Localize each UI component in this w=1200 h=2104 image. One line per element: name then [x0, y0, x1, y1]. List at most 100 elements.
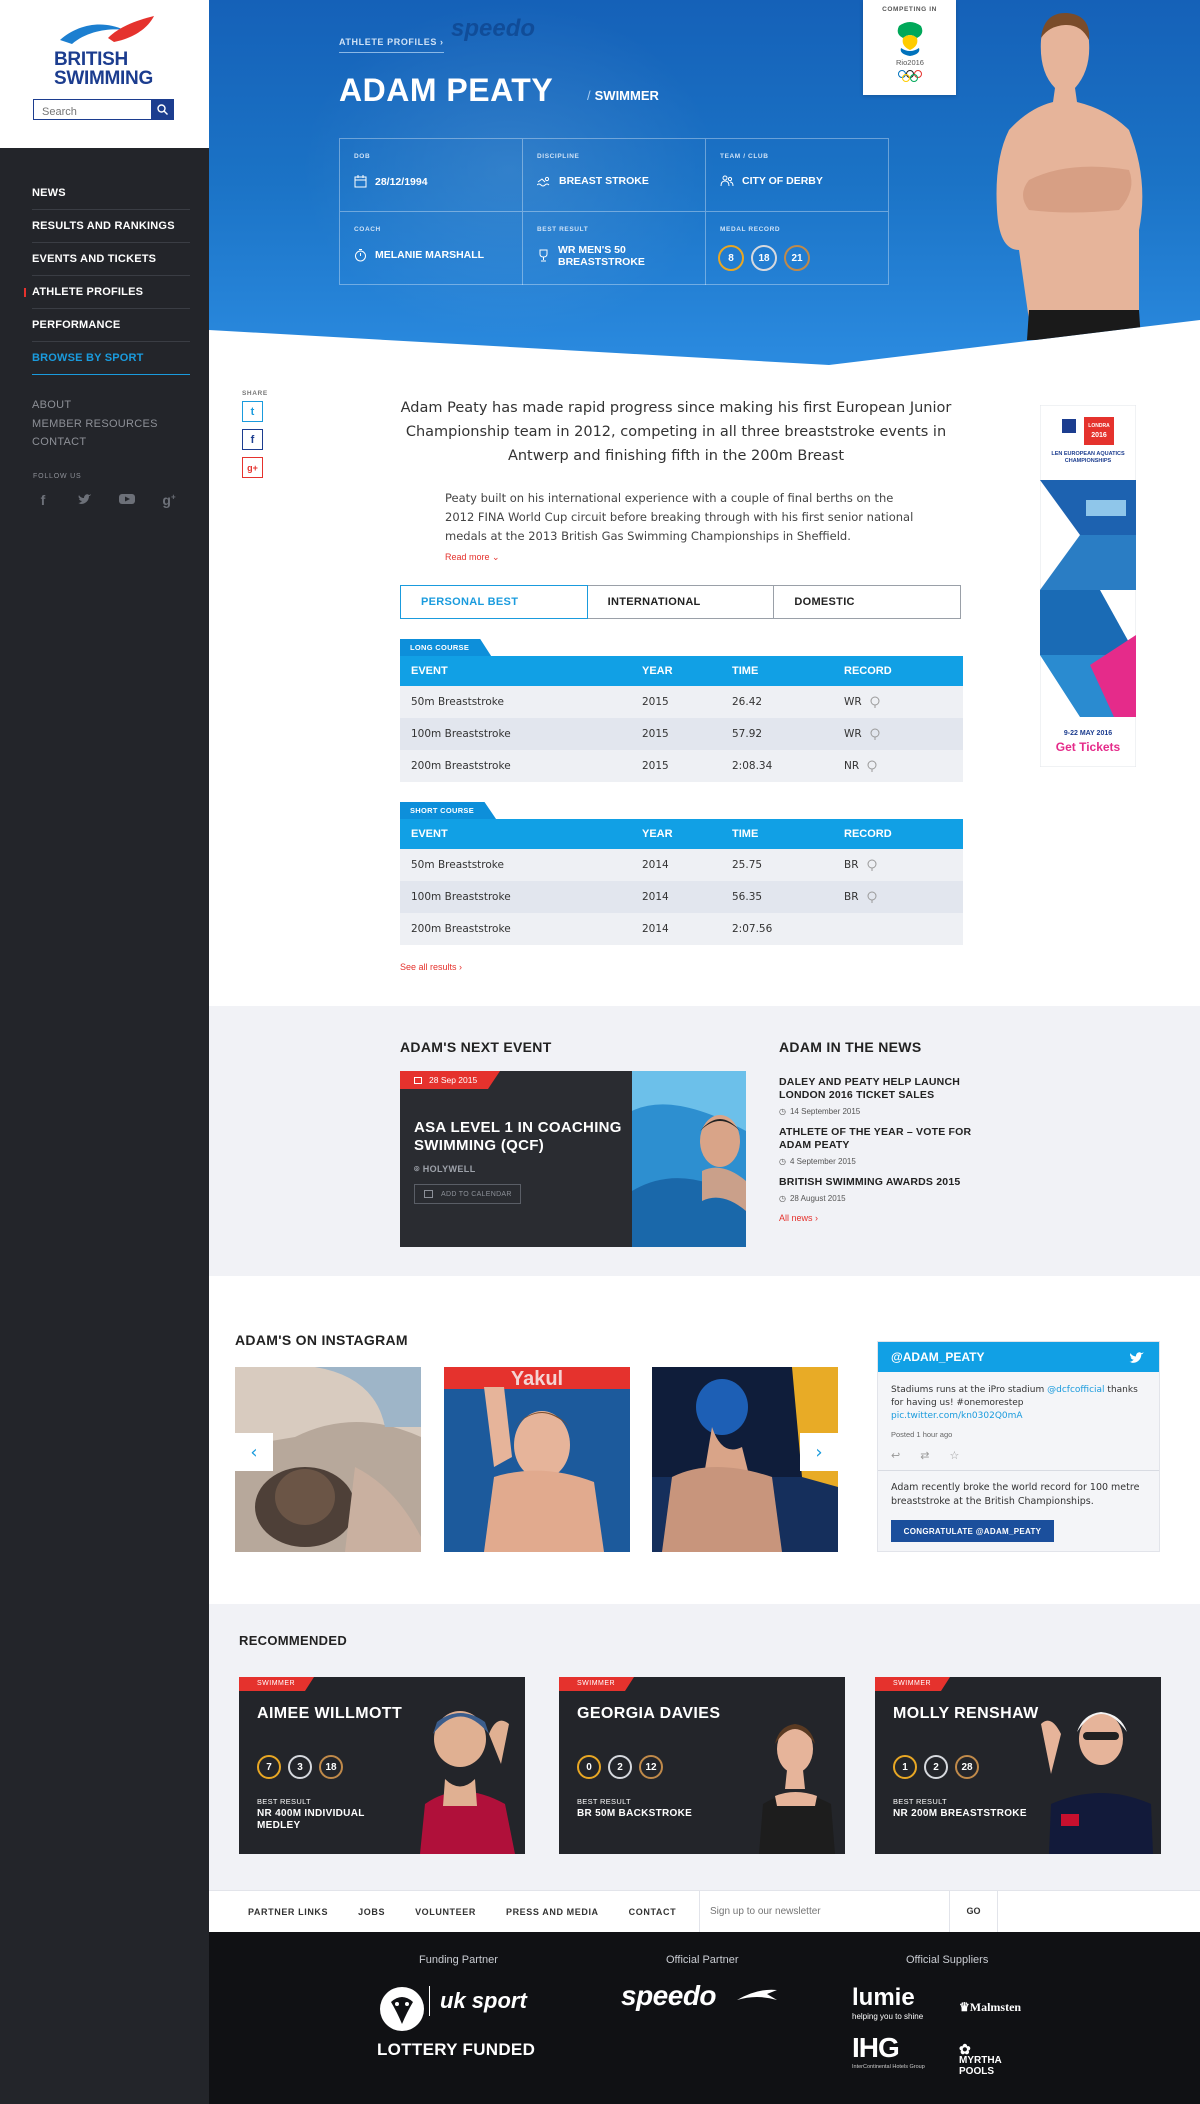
lottery-logo-icon[interactable]: [377, 1984, 427, 2034]
athlete-photo: [1041, 1712, 1153, 1854]
svg-text:LONDRA: LONDRA: [1088, 423, 1110, 429]
youtube-icon[interactable]: [118, 492, 136, 508]
favorite-icon[interactable]: ☆: [949, 1449, 959, 1462]
nav-item-events-and-tickets[interactable]: EVENTS AND TICKETS: [32, 243, 190, 276]
nav-item-browse-by-sport[interactable]: BROWSE BY SPORT: [32, 342, 190, 375]
twitter-icon[interactable]: [76, 492, 94, 508]
svg-text:Yakul: Yakul: [511, 1368, 563, 1390]
recommended-athlete-card[interactable]: SWIMMER MOLLY RENSHAW 1 2 28 BEST RESULT…: [875, 1677, 1161, 1854]
record-value: WR: [844, 696, 862, 708]
best-result-line-1: WR MEN'S 50: [558, 244, 626, 256]
nav-item-athlete-profiles[interactable]: ATHLETE PROFILES: [24, 276, 190, 309]
see-all-results-link[interactable]: See all results ›: [400, 962, 462, 972]
silver-medal-count: 2: [608, 1755, 632, 1779]
event-distance: 100: [411, 891, 432, 903]
footer-link-contact[interactable]: CONTACT: [614, 1907, 692, 1917]
retweet-icon[interactable]: ⇄: [920, 1449, 929, 1462]
stat-value: CITY OF DERBY: [720, 175, 823, 187]
footer-link-volunteer[interactable]: VOLUNTEER: [400, 1907, 491, 1917]
reply-icon[interactable]: ↩: [891, 1449, 900, 1462]
time-cell: 56.35: [732, 891, 763, 903]
malmsten-logo[interactable]: ♛Malmsten: [959, 2000, 1021, 2015]
speedo-logo[interactable]: speedo: [621, 1980, 717, 2012]
tweet-image-link[interactable]: pic.twitter.com/kn0302Q0mA: [891, 1411, 1023, 1421]
lumie-logo[interactable]: lumie: [852, 1984, 915, 2012]
main-nav: NEWS RESULTS AND RANKINGS EVENTS AND TIC…: [24, 177, 190, 375]
news-headline[interactable]: DALEY AND PEATY HELP LAUNCH LONDON 2016 …: [779, 1076, 979, 1102]
stat-coach: COACH MELANIE MARSHALL: [340, 212, 523, 285]
recommended-athlete-card[interactable]: SWIMMER GEORGIA DAVIES 0 2 12 BEST RESUL…: [559, 1677, 845, 1854]
add-to-calendar-button[interactable]: ADD TO CALENDAR: [414, 1184, 521, 1204]
all-news-link[interactable]: All news ›: [779, 1213, 979, 1223]
coach-value: MELANIE MARSHALL: [375, 249, 485, 261]
newsletter-go-button[interactable]: GO: [950, 1890, 998, 1932]
share-google-plus-button[interactable]: g+: [242, 457, 263, 478]
news-headline[interactable]: ATHLETE OF THE YEAR – VOTE FOR ADAM PEAT…: [779, 1126, 979, 1152]
share-facebook-button[interactable]: f: [242, 429, 263, 450]
carousel-next-button[interactable]: ›: [800, 1433, 838, 1471]
news-date: ◷ 4 September 2015: [779, 1157, 979, 1166]
nav-item-member-resources[interactable]: MEMBER RESOURCES: [32, 418, 158, 437]
news-list: DALEY AND PEATY HELP LAUNCH LONDON 2016 …: [779, 1076, 979, 1223]
swimmer-icon: [537, 176, 550, 186]
chevron-right-icon: ›: [815, 1441, 823, 1463]
stat-value: MELANIE MARSHALL: [354, 248, 484, 262]
breadcrumb-athlete-profiles[interactable]: ATHLETE PROFILES: [339, 37, 437, 47]
footer-link-press-and-media[interactable]: PRESS AND MEDIA: [491, 1907, 614, 1917]
bio-intro: Adam Peaty has made rapid progress since…: [400, 400, 952, 464]
share-twitter-button[interactable]: t: [242, 401, 263, 422]
google-plus-icon[interactable]: g+: [160, 492, 178, 508]
tab-domestic[interactable]: DOMESTIC: [774, 586, 960, 618]
nav-item-performance[interactable]: PERFORMANCE: [32, 309, 190, 342]
recommended-athlete-card[interactable]: SWIMMER AIMEE WILLMOTT 7 3 18 BEST RESUL…: [239, 1677, 525, 1854]
news-item[interactable]: ATHLETE OF THE YEAR – VOTE FOR ADAM PEAT…: [779, 1126, 979, 1166]
carousel-prev-button[interactable]: ‹: [235, 1433, 273, 1471]
next-event-card[interactable]: 28 Sep 2015 ASA LEVEL 1 IN COACHING SWIM…: [400, 1071, 746, 1247]
newsletter-input[interactable]: [700, 1905, 940, 1917]
nav-item-about[interactable]: ABOUT: [32, 399, 158, 418]
malmsten-crown-icon: ♛: [959, 2000, 970, 2014]
nav-item-contact[interactable]: CONTACT: [32, 436, 158, 455]
search-input[interactable]: [34, 102, 150, 122]
tab-personal-best[interactable]: PERSONAL BEST: [400, 585, 588, 619]
event-cell: 200m Breaststroke: [400, 923, 642, 935]
congratulate-button[interactable]: CONGRATULATE @ADAM_PEATY: [891, 1520, 1054, 1542]
news-headline[interactable]: BRITISH SWIMMING AWARDS 2015: [779, 1176, 979, 1189]
svg-text:Get Tickets: Get Tickets: [1056, 740, 1121, 754]
silver-medal-count: 18: [751, 245, 777, 271]
tweet-mention-link[interactable]: @dcfcofficial: [1047, 1385, 1104, 1395]
read-more-link[interactable]: Read more ⌄: [445, 552, 500, 563]
discipline-value: BREAST STROKE: [559, 175, 649, 187]
event-swimmer-image: [632, 1071, 746, 1247]
event-distance: 100: [411, 728, 432, 740]
lottery-funded-label: LOTTERY FUNDED: [377, 2040, 536, 2059]
athlete-tag: SWIMMER: [239, 1677, 314, 1691]
footer-link-partner-links[interactable]: PARTNER LINKS: [209, 1907, 343, 1917]
breadcrumb[interactable]: ATHLETE PROFILES ›: [339, 37, 444, 53]
chevron-right-icon: ›: [815, 1213, 819, 1223]
uk-sport-logo[interactable]: uk sport: [429, 1986, 527, 2016]
athlete-tag: SWIMMER: [875, 1677, 950, 1691]
table-body: 50m Breaststroke 2014 25.75 BR 100m Brea…: [400, 849, 963, 945]
nav-item-results-and-rankings[interactable]: RESULTS AND RANKINGS: [32, 210, 190, 243]
twitter-handle[interactable]: @ADAM_PEATY: [891, 1350, 985, 1364]
record-value: BR: [844, 891, 859, 903]
ihg-logo[interactable]: IHG: [852, 2032, 900, 2064]
recommended-title: RECOMMENDED: [239, 1633, 348, 1648]
tab-international[interactable]: INTERNATIONAL: [588, 586, 775, 618]
news-item[interactable]: BRITISH SWIMMING AWARDS 2015 ◷ 28 August …: [779, 1176, 979, 1203]
stat-label: DOB: [354, 153, 371, 160]
myrtha-pools-logo[interactable]: ✿ MYRTHA POOLS: [959, 2042, 1002, 2077]
news-item[interactable]: DALEY AND PEATY HELP LAUNCH LONDON 2016 …: [779, 1076, 979, 1116]
twitter-header[interactable]: @ADAM_PEATY: [878, 1342, 1159, 1372]
search-button[interactable]: [151, 99, 174, 120]
nav-item-news[interactable]: NEWS: [32, 177, 190, 210]
facebook-icon[interactable]: f: [34, 492, 52, 508]
competing-in-label: COMPETING IN: [882, 6, 937, 13]
footer-link-jobs[interactable]: JOBS: [343, 1907, 400, 1917]
stat-dob: DOB 28/12/1994: [340, 139, 523, 212]
instagram-photo[interactable]: Yakul: [444, 1367, 630, 1552]
championships-ad-banner[interactable]: LONDRA 2016 LEN EUROPEAN AQUATICS CHAMPI…: [1040, 405, 1136, 767]
logo[interactable]: BRITISH SWIMMING: [54, 50, 153, 88]
clock-icon: ◷: [779, 1194, 786, 1203]
